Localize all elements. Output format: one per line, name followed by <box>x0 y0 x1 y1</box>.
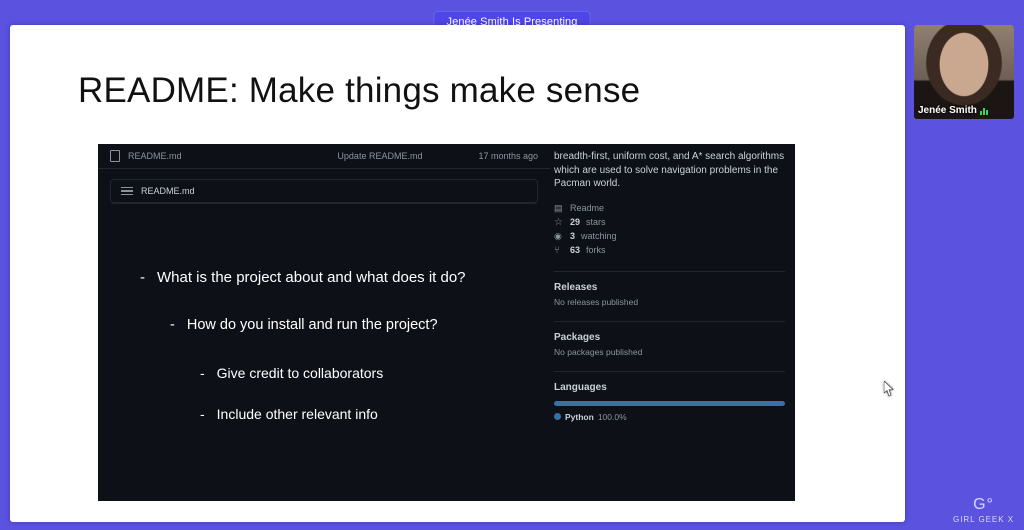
eye-icon <box>554 231 564 241</box>
section-heading: Releases <box>554 282 785 293</box>
bullet-text: How do you install and run the project? <box>187 316 438 336</box>
language-pct: 100.0% <box>598 412 627 422</box>
github-sidebar: breadth-first, uniform cost, and A* sear… <box>550 144 795 501</box>
languages-section: Languages Python 100.0% <box>554 371 785 422</box>
meta-forks: 63 forks <box>554 243 785 257</box>
bullet-2: - How do you install and run the project… <box>140 316 520 336</box>
mouse-cursor-icon <box>884 381 895 397</box>
file-icon <box>110 150 120 162</box>
watermark-glyph-icon: G° <box>973 497 994 513</box>
meta-count: 3 <box>570 231 575 241</box>
bullet-3: - Give credit to collaborators <box>140 364 520 383</box>
watermark: G° GIRL GEEK X <box>953 497 1014 524</box>
section-heading: Languages <box>554 382 785 393</box>
meta-label: Readme <box>570 203 604 213</box>
bullet-text: Include other relevant info <box>217 405 378 424</box>
presenter-video-tile[interactable]: Jenée Smith <box>914 25 1014 119</box>
language-row: Python 100.0% <box>554 412 785 422</box>
presenter-name-badge: Jenée Smith <box>918 105 988 116</box>
section-heading: Packages <box>554 332 785 343</box>
meta-watching: 3 watching <box>554 229 785 243</box>
audio-level-icon <box>980 107 988 115</box>
bullet-dash-icon: - <box>140 268 145 288</box>
repo-description: breadth-first, uniform cost, and A* sear… <box>554 148 785 201</box>
bullet-text: What is the project about and what does … <box>157 268 466 288</box>
readme-filename: README.md <box>141 186 195 196</box>
meta-count: 29 <box>570 217 580 227</box>
github-screenshot: README.md Update README.md 17 months ago… <box>98 144 795 501</box>
language-bar <box>554 401 785 406</box>
list-icon <box>121 187 133 196</box>
packages-section: Packages No packages published <box>554 321 785 357</box>
bullet-dash-icon: - <box>200 364 205 383</box>
github-file-row: README.md Update README.md 17 months ago <box>98 144 550 169</box>
watermark-label: GIRL GEEK X <box>953 515 1014 524</box>
bullet-dash-icon: - <box>200 405 205 424</box>
releases-section: Releases No releases published <box>554 271 785 307</box>
bullet-1: - What is the project about and what doe… <box>140 268 520 288</box>
meta-stars: 29 stars <box>554 215 785 229</box>
section-subtext: No packages published <box>554 347 785 357</box>
star-icon <box>554 217 564 227</box>
section-subtext: No releases published <box>554 297 785 307</box>
meta-label: watching <box>581 231 617 241</box>
bullet-dash-icon: - <box>170 316 175 336</box>
commit-message: Update README.md <box>337 151 422 161</box>
presentation-slide: README: Make things make sense README.md… <box>10 25 905 522</box>
language-dot-icon <box>554 413 561 420</box>
fork-icon <box>554 245 564 255</box>
readme-header: README.md <box>111 180 537 203</box>
presenter-name: Jenée Smith <box>918 105 977 116</box>
file-name: README.md <box>128 151 182 161</box>
meta-readme: Readme <box>554 201 785 215</box>
readme-icon <box>554 203 564 213</box>
slide-title: README: Make things make sense <box>78 71 640 111</box>
meta-count: 63 <box>570 245 580 255</box>
readme-container: README.md <box>110 179 538 204</box>
bullet-text: Give credit to collaborators <box>217 364 384 383</box>
meta-label: stars <box>586 217 606 227</box>
meta-label: forks <box>586 245 606 255</box>
github-main-column: README.md Update README.md 17 months ago… <box>98 144 550 501</box>
slide-bullets: - What is the project about and what doe… <box>140 268 520 446</box>
language-name: Python <box>565 412 594 422</box>
bullet-4: - Include other relevant info <box>140 405 520 424</box>
commit-time: 17 months ago <box>478 151 538 161</box>
